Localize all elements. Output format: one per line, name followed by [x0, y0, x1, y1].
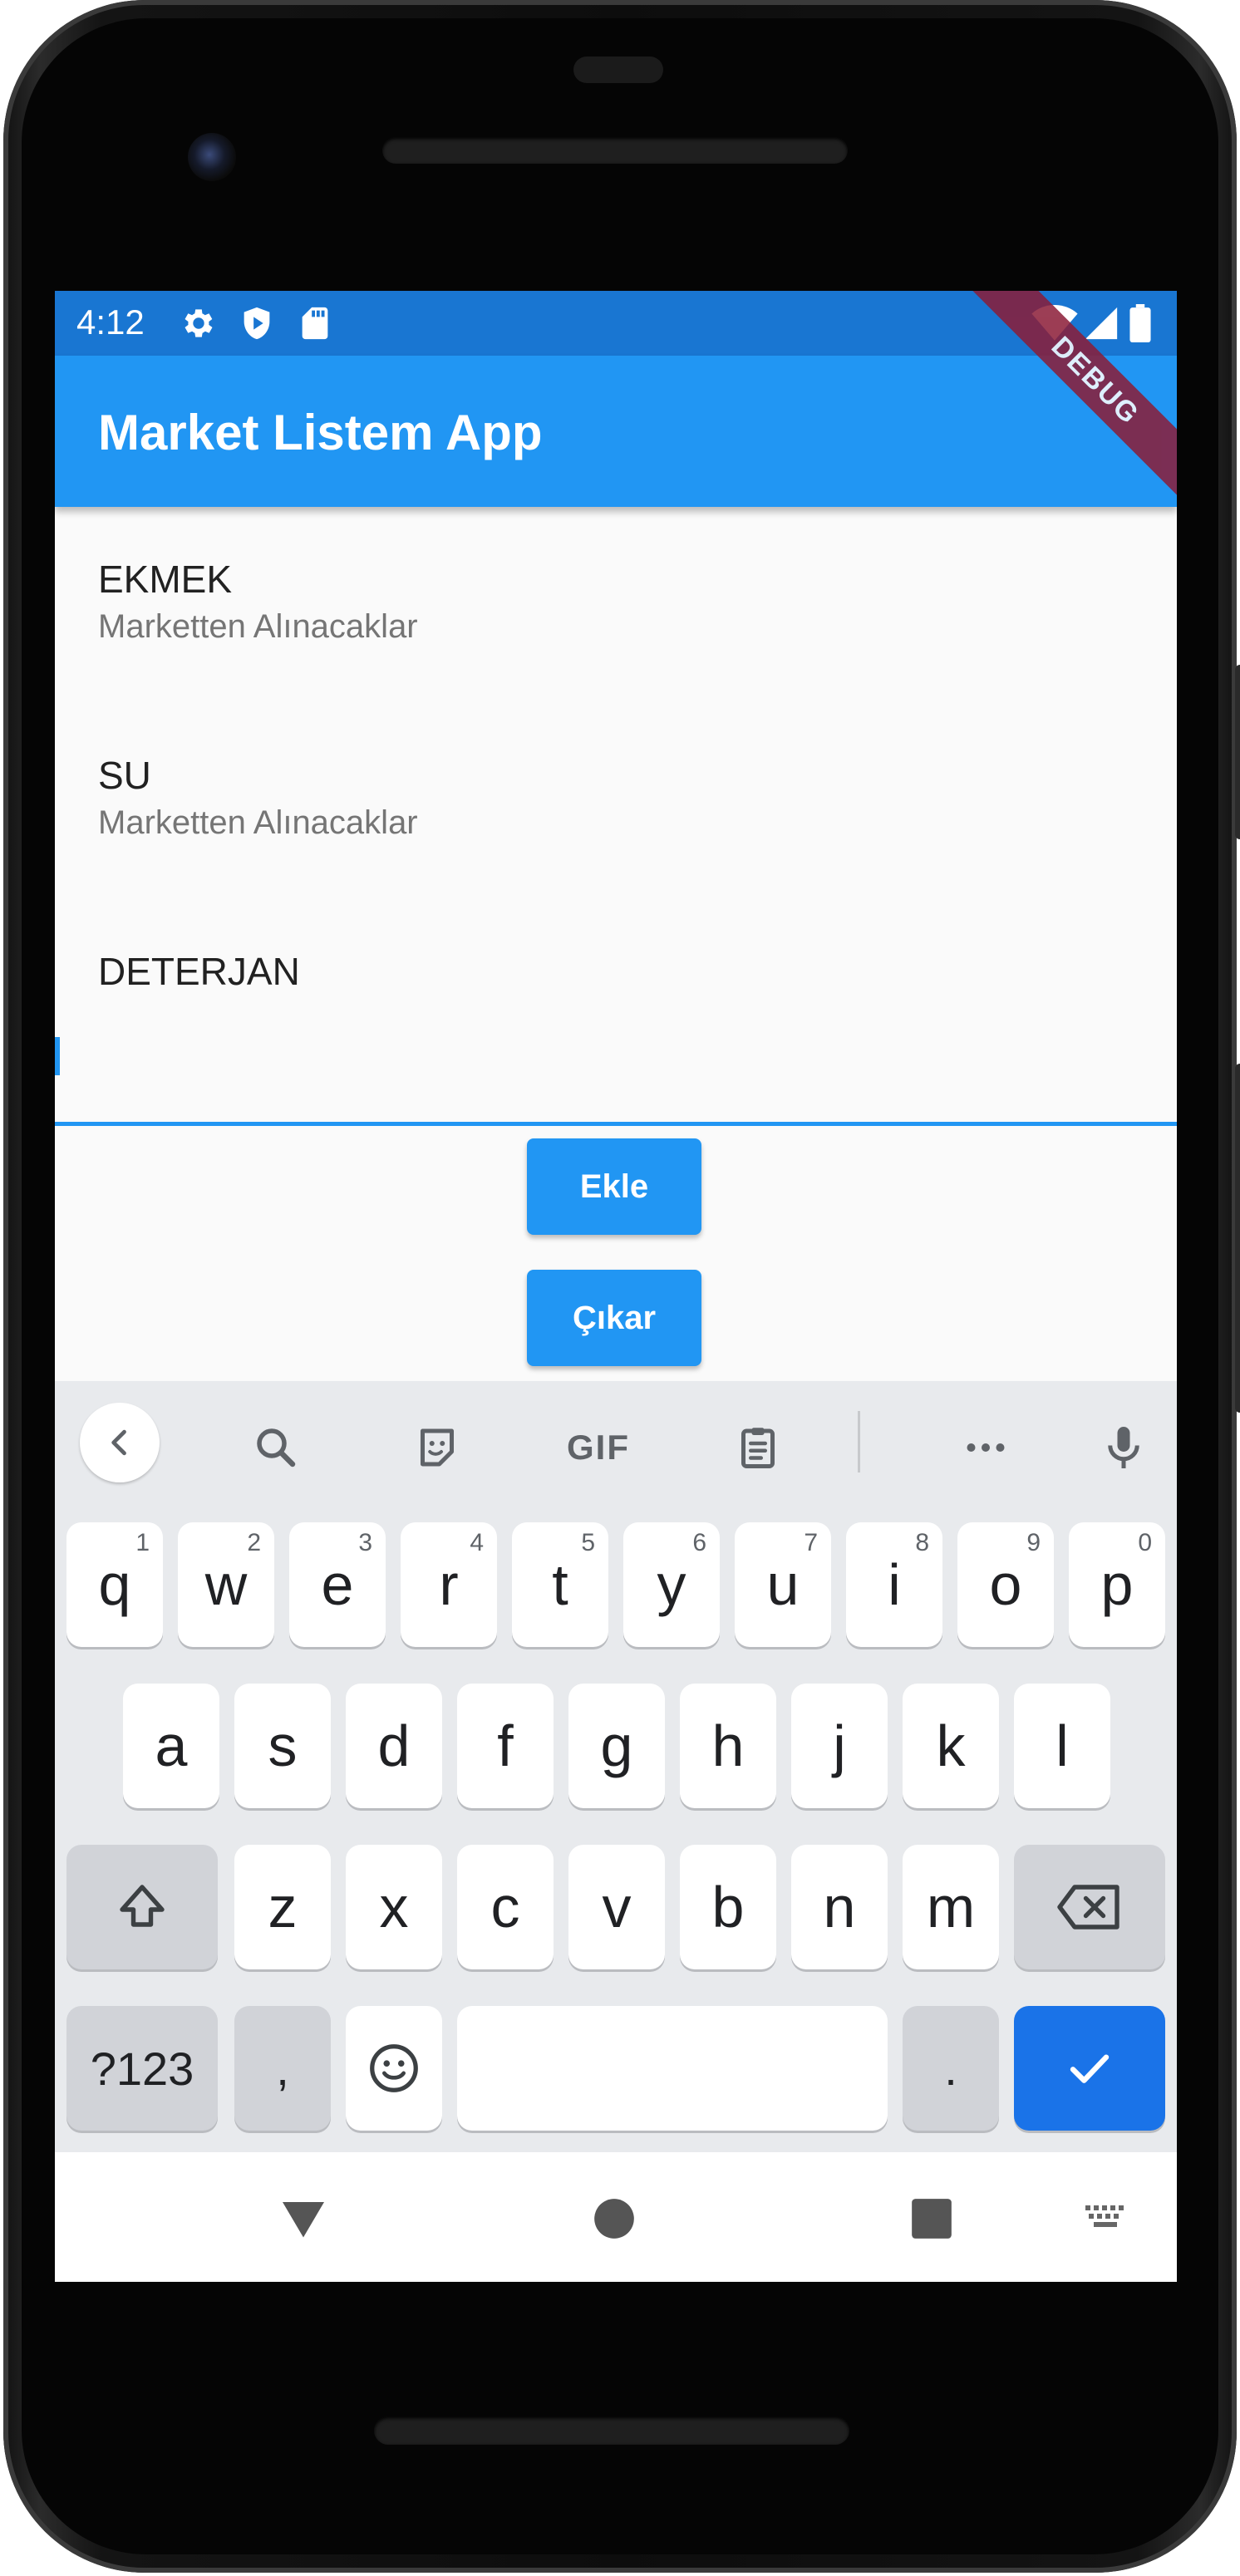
key-w[interactable]: w2	[178, 1522, 274, 1647]
comma-key[interactable]: ,	[234, 2006, 331, 2131]
text-cursor	[55, 1037, 60, 1075]
key-t[interactable]: t5	[512, 1522, 608, 1647]
home-circle-icon[interactable]	[577, 2194, 652, 2244]
symbols-key[interactable]: ?123	[66, 2006, 218, 2131]
emoji-key[interactable]	[346, 2006, 442, 2131]
key-y[interactable]: y6	[623, 1522, 720, 1647]
mic-icon[interactable]	[1090, 1423, 1157, 1472]
text-field-underline[interactable]	[55, 1122, 1177, 1126]
key-i[interactable]: i8	[846, 1522, 942, 1647]
search-icon[interactable]	[243, 1423, 309, 1472]
status-time: 4:12	[76, 302, 145, 342]
key-n[interactable]: n	[791, 1845, 888, 1969]
toolbar-divider	[858, 1411, 860, 1472]
volume-button	[1235, 1064, 1240, 1413]
bottom-speaker	[374, 2416, 849, 2445]
enter-key[interactable]	[1014, 2006, 1165, 2131]
period-key[interactable]: .	[903, 2006, 999, 2131]
power-button	[1235, 665, 1240, 839]
key-q[interactable]: q1	[66, 1522, 163, 1647]
chevron-left-icon[interactable]	[80, 1403, 160, 1482]
key-d[interactable]: d	[346, 1684, 442, 1808]
sd-card-icon	[296, 304, 334, 342]
app-title: Market Listem App	[98, 405, 543, 460]
backspace-icon	[1057, 1885, 1119, 1930]
key-m[interactable]: m	[903, 1845, 999, 1969]
earpiece	[573, 57, 663, 83]
item-title: SU	[98, 754, 151, 797]
backspace-key[interactable]	[1014, 1845, 1165, 1969]
key-k[interactable]: k	[903, 1684, 999, 1808]
key-h[interactable]: h	[680, 1684, 776, 1808]
key-p[interactable]: p0	[1069, 1522, 1165, 1647]
gif-button[interactable]: GIF	[557, 1423, 640, 1472]
key-r[interactable]: r4	[401, 1522, 497, 1647]
list-item[interactable]: EKMEK Marketten Alınacaklar	[98, 557, 418, 646]
key-u[interactable]: u7	[735, 1522, 831, 1647]
key-o[interactable]: o9	[957, 1522, 1054, 1647]
emoji-icon	[370, 2044, 418, 2092]
space-key[interactable]	[457, 2006, 888, 2131]
key-v[interactable]: v	[568, 1845, 665, 1969]
screen: 4:12 Market Listem App DEBUG EKMEK Marke…	[55, 291, 1177, 2282]
key-z[interactable]: z	[234, 1845, 331, 1969]
back-triangle-icon[interactable]	[266, 2194, 341, 2244]
key-s[interactable]: s	[234, 1684, 331, 1808]
key-b[interactable]: b	[680, 1845, 776, 1969]
list-item[interactable]: DETERJAN	[98, 949, 300, 994]
top-speaker	[382, 137, 848, 164]
key-f[interactable]: f	[457, 1684, 554, 1808]
add-button[interactable]: Ekle	[527, 1138, 701, 1235]
shift-key[interactable]	[66, 1845, 218, 1969]
gear-icon	[180, 304, 218, 342]
nav-bar	[55, 2152, 1177, 2282]
signal-icon	[1082, 304, 1120, 342]
keyboard-toolbar: GIF	[55, 1381, 1177, 1506]
item-title: DETERJAN	[98, 950, 300, 993]
key-x[interactable]: x	[346, 1845, 442, 1969]
item-subtitle: Marketten Alınacaklar	[98, 608, 418, 645]
key-c[interactable]: c	[457, 1845, 554, 1969]
key-j[interactable]: j	[791, 1684, 888, 1808]
shield-play-icon	[238, 304, 276, 342]
key-g[interactable]: g	[568, 1684, 665, 1808]
clipboard-icon[interactable]	[725, 1423, 791, 1472]
recents-square-icon[interactable]	[894, 2194, 969, 2244]
sticker-icon[interactable]	[404, 1423, 470, 1472]
list-item[interactable]: SU Marketten Alınacaklar	[98, 753, 418, 842]
key-l[interactable]: l	[1014, 1684, 1110, 1808]
shift-icon	[120, 1885, 165, 1927]
front-camera	[188, 133, 236, 181]
key-a[interactable]: a	[123, 1684, 219, 1808]
remove-button[interactable]: Çıkar	[527, 1270, 701, 1366]
check-icon	[1070, 2054, 1110, 2083]
battery-icon	[1127, 304, 1154, 342]
keyboard-switch-icon[interactable]	[1074, 2194, 1140, 2244]
item-title: EKMEK	[98, 558, 233, 601]
key-e[interactable]: e3	[289, 1522, 386, 1647]
app-bar: Market Listem App	[55, 356, 1177, 507]
more-horiz-icon[interactable]	[952, 1423, 1019, 1472]
item-subtitle: Marketten Alınacaklar	[98, 804, 418, 841]
keyboard: GIF q1 w2 e3 r4 t5 y6 u7 i8 o9 p0 a s d …	[55, 1381, 1177, 2152]
